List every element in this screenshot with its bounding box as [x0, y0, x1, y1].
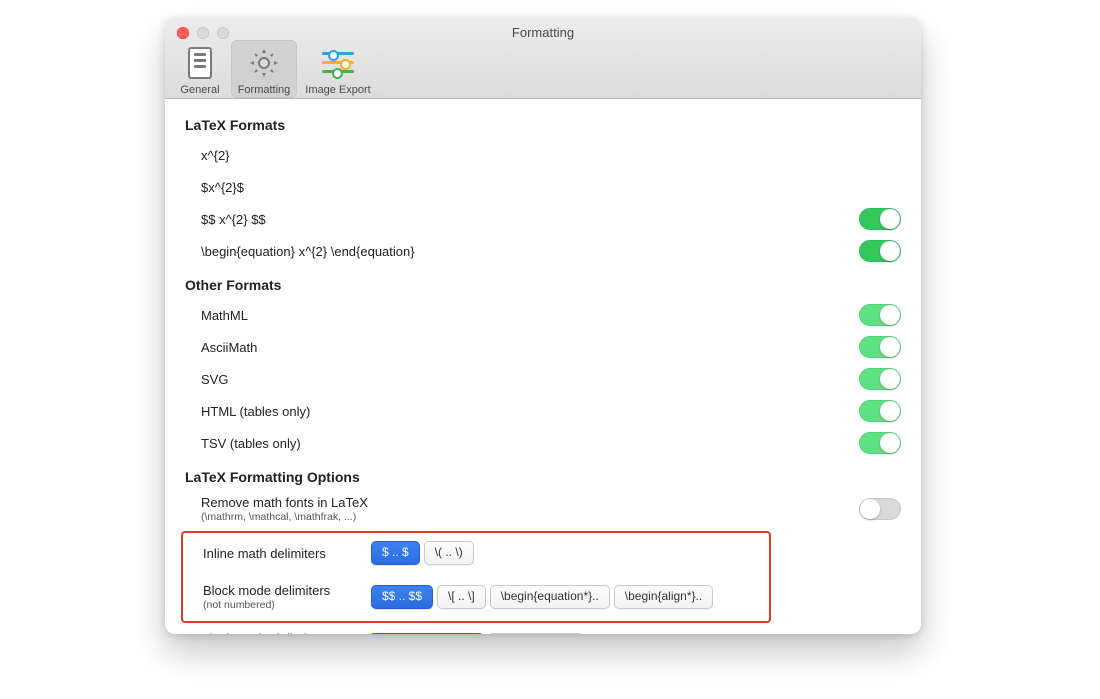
window-title: Formatting	[165, 25, 921, 40]
row-latex-double-dollar: $$ x^{2} $$	[185, 203, 901, 235]
label: Block mode delimiters	[203, 583, 371, 598]
sliders-icon	[322, 50, 354, 76]
titlebar: Formatting General Formatting	[165, 18, 921, 99]
toggle-svg[interactable]	[859, 368, 901, 390]
toggle-tsv[interactable]	[859, 432, 901, 454]
content-area: LaTeX Formats x^{2} $x^{2}$ $$ x^{2} $$ …	[165, 99, 921, 634]
row-latex-equation: \begin{equation} x^{2} \end{equation}	[185, 235, 901, 267]
highlight-annotation: Inline math delimiters $ .. $ \( .. \) B…	[181, 531, 771, 623]
label: $x^{2}$	[201, 180, 901, 195]
tab-image-export[interactable]: Image Export	[299, 40, 377, 98]
row-latex-dollar: $x^{2}$	[185, 171, 901, 203]
row-remove-fonts: Remove math fonts in LaTeX (\mathrm, \ma…	[185, 491, 901, 527]
row-html: HTML (tables only)	[185, 395, 901, 427]
toggle-equation-env[interactable]	[859, 240, 901, 262]
row-tsv: TSV (tables only)	[185, 427, 901, 459]
row-latex-plain: x^{2}	[185, 139, 901, 171]
row-inline-delim: Inline math delimiters $ .. $ \( .. \)	[187, 537, 765, 569]
label: SVG	[201, 372, 581, 387]
label: HTML (tables only)	[201, 404, 581, 419]
document-icon	[188, 47, 212, 79]
opt-inline-paren[interactable]: \( .. \)	[424, 541, 474, 565]
label: x^{2}	[201, 148, 901, 163]
row-svg: SVG	[185, 363, 901, 395]
gear-icon	[248, 47, 280, 79]
toggle-remove-fonts[interactable]	[859, 498, 901, 520]
sublabel: (not numbered)	[203, 599, 371, 611]
label: Block mode delimiters	[201, 631, 369, 634]
label: Remove math fonts in LaTeX	[201, 495, 451, 510]
label: Inline math delimiters	[203, 546, 371, 561]
opt-block-eqstar[interactable]: \begin{equation*}..	[490, 585, 610, 609]
opt-block-alignstar[interactable]: \begin{align*}..	[614, 585, 713, 609]
sublabel: (\mathrm, \mathcal, \mathfrak, ...)	[201, 511, 451, 523]
toggle-double-dollar[interactable]	[859, 208, 901, 230]
label: MathML	[201, 308, 581, 323]
section-latex-options: LaTeX Formatting Options	[185, 469, 901, 485]
section-latex-formats: LaTeX Formats	[185, 117, 901, 133]
tab-formatting[interactable]: Formatting	[231, 40, 297, 98]
toggle-html[interactable]	[859, 400, 901, 422]
tab-general[interactable]: General	[171, 40, 229, 98]
toggle-mathml[interactable]	[859, 304, 901, 326]
row-mathml: MathML	[185, 299, 901, 331]
opt-block-bracket[interactable]: \[ .. \]	[437, 585, 486, 609]
toolbar: General Formatting	[171, 40, 377, 98]
section-other-formats: Other Formats	[185, 277, 901, 293]
label: \begin{equation} x^{2} \end{equation}	[201, 244, 511, 259]
opt-block-align[interactable]: \begin{align}..	[488, 633, 583, 634]
label: $$ x^{2} $$	[201, 212, 451, 227]
toggle-asciimath[interactable]	[859, 336, 901, 358]
seg-block-unnumbered: $$ .. $$ \[ .. \] \begin{equation*}.. \b…	[371, 585, 713, 609]
row-asciimath: AsciiMath	[185, 331, 901, 363]
preferences-window: Formatting General Formatting	[165, 18, 921, 634]
label: TSV (tables only)	[201, 436, 581, 451]
opt-inline-dollar[interactable]: $ .. $	[371, 541, 420, 565]
label: AsciiMath	[201, 340, 581, 355]
row-block-unnumbered: Block mode delimiters (not numbered) $$ …	[187, 579, 765, 615]
opt-block-equation[interactable]: \begin{equation}..	[369, 633, 484, 634]
opt-block-dollar[interactable]: $$ .. $$	[371, 585, 433, 609]
seg-inline-delim: $ .. $ \( .. \)	[371, 541, 474, 565]
seg-block-numbered: \begin{equation}.. \begin{align}..	[369, 633, 583, 634]
row-block-numbered: Block mode delimiters (numbered) \begin{…	[185, 627, 901, 634]
